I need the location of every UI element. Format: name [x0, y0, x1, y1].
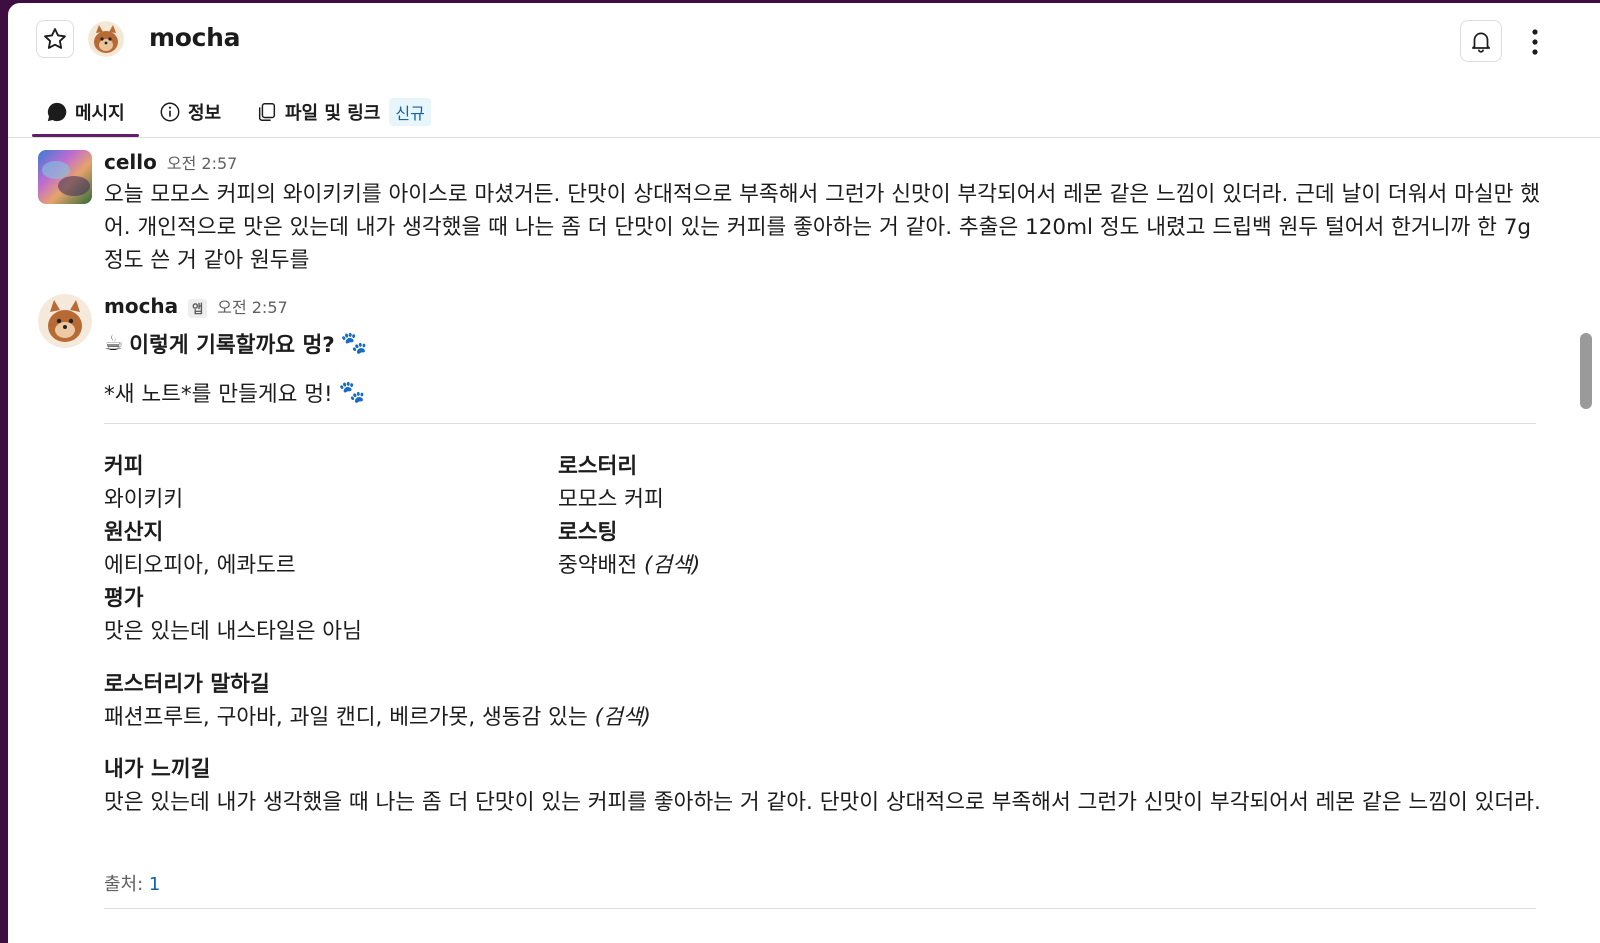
- timestamp[interactable]: 오전 2:57: [217, 294, 287, 318]
- message-header: cello 오전 2:57: [104, 150, 237, 174]
- field-label: 로스터리가 말하길: [104, 672, 270, 697]
- note-title: ☕ 이렇게 기록할까요 멍? 🐾: [104, 328, 368, 359]
- field-roasting: 로스팅 중약배전 (검색): [558, 516, 1058, 582]
- vertical-ellipsis-icon: [1532, 29, 1538, 55]
- new-badge: 신규: [389, 98, 431, 126]
- roasting-value: 중약배전: [558, 553, 638, 578]
- sender-name[interactable]: mocha: [104, 294, 178, 318]
- star-button[interactable]: [36, 20, 74, 58]
- field-value: 중약배전 (검색): [558, 549, 1058, 582]
- scrollbar[interactable]: [1580, 333, 1592, 409]
- tab-messages-label: 메시지: [75, 103, 125, 124]
- paw-emoji: 🐾: [340, 331, 368, 356]
- note-subtitle-text: *새 노트*를 만들게요 멍!: [104, 382, 333, 407]
- field-value: 패션프루트, 구아바, 과일 캔디, 베르가못, 생동감 있는 (검색): [104, 701, 1544, 734]
- more-options-button[interactable]: [1524, 25, 1546, 59]
- note-title-text: 이렇게 기록할까요 멍?: [129, 333, 335, 358]
- message-text: 오늘 모모스 커피의 와이키키를 아이스로 마셨거든. 단맛이 상대적으로 부족…: [104, 182, 1541, 273]
- search-note: (검색): [643, 553, 701, 578]
- note-fields: 커피 와이키키 원산지 에티오피아, 에콰도르 평가 맛은 있는데 내스타일은 …: [104, 450, 1104, 650]
- field-roaster-says: 로스터리가 말하길 패션프루트, 구아바, 과일 캔디, 베르가못, 생동감 있…: [104, 668, 1544, 734]
- message-list[interactable]: cello 오전 2:57 오늘 모모스 커피의 와이키키를 아이스로 마셨거든…: [8, 138, 1600, 943]
- channel-tabs: 메시지 정보 파일 및 링크 신규: [8, 89, 1600, 138]
- tab-info-label: 정보: [188, 103, 222, 124]
- search-note: (검색): [594, 705, 651, 730]
- note-subtitle: *새 노트*를 만들게요 멍! 🐾: [104, 377, 365, 408]
- avatar[interactable]: [38, 150, 92, 204]
- files-icon: [258, 103, 276, 121]
- field-label: 로스팅: [558, 520, 618, 545]
- field-value: 모모스 커피: [558, 487, 664, 512]
- star-outline-icon: [44, 28, 66, 49]
- notifications-button[interactable]: [1460, 20, 1502, 62]
- source-line: 출처: 1: [104, 870, 160, 896]
- tab-messages[interactable]: 메시지: [32, 89, 139, 137]
- field-label: 내가 느끼길: [104, 757, 211, 782]
- channel-header: mocha: [8, 3, 1600, 81]
- timestamp[interactable]: 오전 2:57: [167, 150, 237, 174]
- app-badge: 앱: [188, 299, 208, 318]
- field-rating: 평가 맛은 있는데 내스타일은 아님: [104, 582, 1104, 648]
- field-value: 맛은 있는데 내가 생각했을 때 나는 좀 더 단맛이 있는 커피를 좋아하는 …: [104, 790, 1541, 815]
- channel-name[interactable]: mocha: [149, 23, 241, 52]
- field-value: 맛은 있는데 내스타일은 아님: [104, 619, 362, 644]
- coffee-emoji: ☕: [104, 331, 124, 356]
- field-roastery: 로스터리 모모스 커피: [558, 450, 1058, 516]
- tab-files-links-label: 파일 및 링크: [285, 103, 381, 124]
- sender-name[interactable]: cello: [104, 150, 157, 174]
- field-label: 평가: [104, 586, 144, 611]
- source-label: 출처:: [104, 874, 144, 895]
- roaster-says-value: 패션프루트, 구아바, 과일 캔디, 베르가못, 생동감 있는: [104, 705, 588, 730]
- avatar[interactable]: [38, 294, 92, 348]
- field-label: 로스터리: [558, 454, 638, 479]
- channel-avatar: [88, 21, 124, 57]
- field-column-2: 로스터리 모모스 커피 로스팅 중약배전 (검색): [558, 450, 1058, 582]
- tab-files-links[interactable]: 파일 및 링크 신규: [256, 89, 431, 135]
- message-item: cello 오전 2:57 오늘 모모스 커피의 와이키키를 아이스로 마셨거든…: [8, 138, 1600, 278]
- message-item: mocha 앱 오전 2:57 ☕ 이렇게 기록할까요 멍? 🐾 *새 노트*를…: [8, 288, 1600, 938]
- bell-icon: [1472, 32, 1490, 53]
- tab-info[interactable]: 정보: [159, 89, 221, 135]
- field-i-felt: 내가 느끼길 맛은 있는데 내가 생각했을 때 나는 좀 더 단맛이 있는 커피…: [104, 753, 1544, 819]
- message-header: mocha 앱 오전 2:57: [104, 294, 288, 318]
- divider: [104, 423, 1536, 424]
- paw-emoji: 🐾: [338, 380, 366, 405]
- app-window: mocha 메시지 정보 파일 및 링크 신규 cello 오전 2:57 오늘…: [8, 3, 1600, 943]
- source-link[interactable]: 1: [149, 874, 160, 895]
- message-bubble-icon: [47, 102, 67, 122]
- info-icon: [160, 102, 180, 122]
- divider: [104, 908, 1536, 909]
